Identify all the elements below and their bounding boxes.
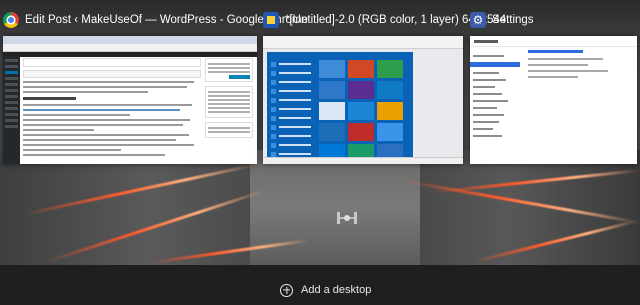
start-menu-app-list <box>271 58 311 160</box>
editor-status-bar <box>263 157 463 164</box>
image-editor-icon <box>263 12 279 28</box>
settings-nav <box>470 50 520 142</box>
wp-admin-sidebar <box>3 56 20 164</box>
browser-address-bar <box>3 44 257 52</box>
window-title: Settings <box>492 14 534 26</box>
wp-admin-bar <box>3 52 257 57</box>
chrome-icon <box>3 12 19 28</box>
editor-toolbar <box>263 36 463 49</box>
window-preview[interactable] <box>3 36 257 164</box>
settings-content <box>528 50 628 82</box>
start-menu-tiles <box>319 60 409 162</box>
tie-fighter-graphic <box>337 212 357 224</box>
post-editor-preview <box>23 58 201 160</box>
browser-tab-strip <box>3 36 257 44</box>
window-title-bar[interactable]: ⚙ Settings <box>470 10 534 30</box>
post-meta-boxes <box>205 58 253 142</box>
gear-icon: ⚙ <box>470 12 486 28</box>
window-preview[interactable] <box>263 36 463 164</box>
settings-header <box>470 36 637 47</box>
plus-circle-icon <box>280 283 293 297</box>
add-desktop-label: Add a desktop <box>301 284 372 296</box>
add-desktop-button[interactable]: Add a desktop <box>280 281 371 299</box>
wallpaper-trench-floor <box>250 150 420 265</box>
editor-canvas <box>267 52 413 162</box>
window-preview[interactable] <box>470 36 637 164</box>
